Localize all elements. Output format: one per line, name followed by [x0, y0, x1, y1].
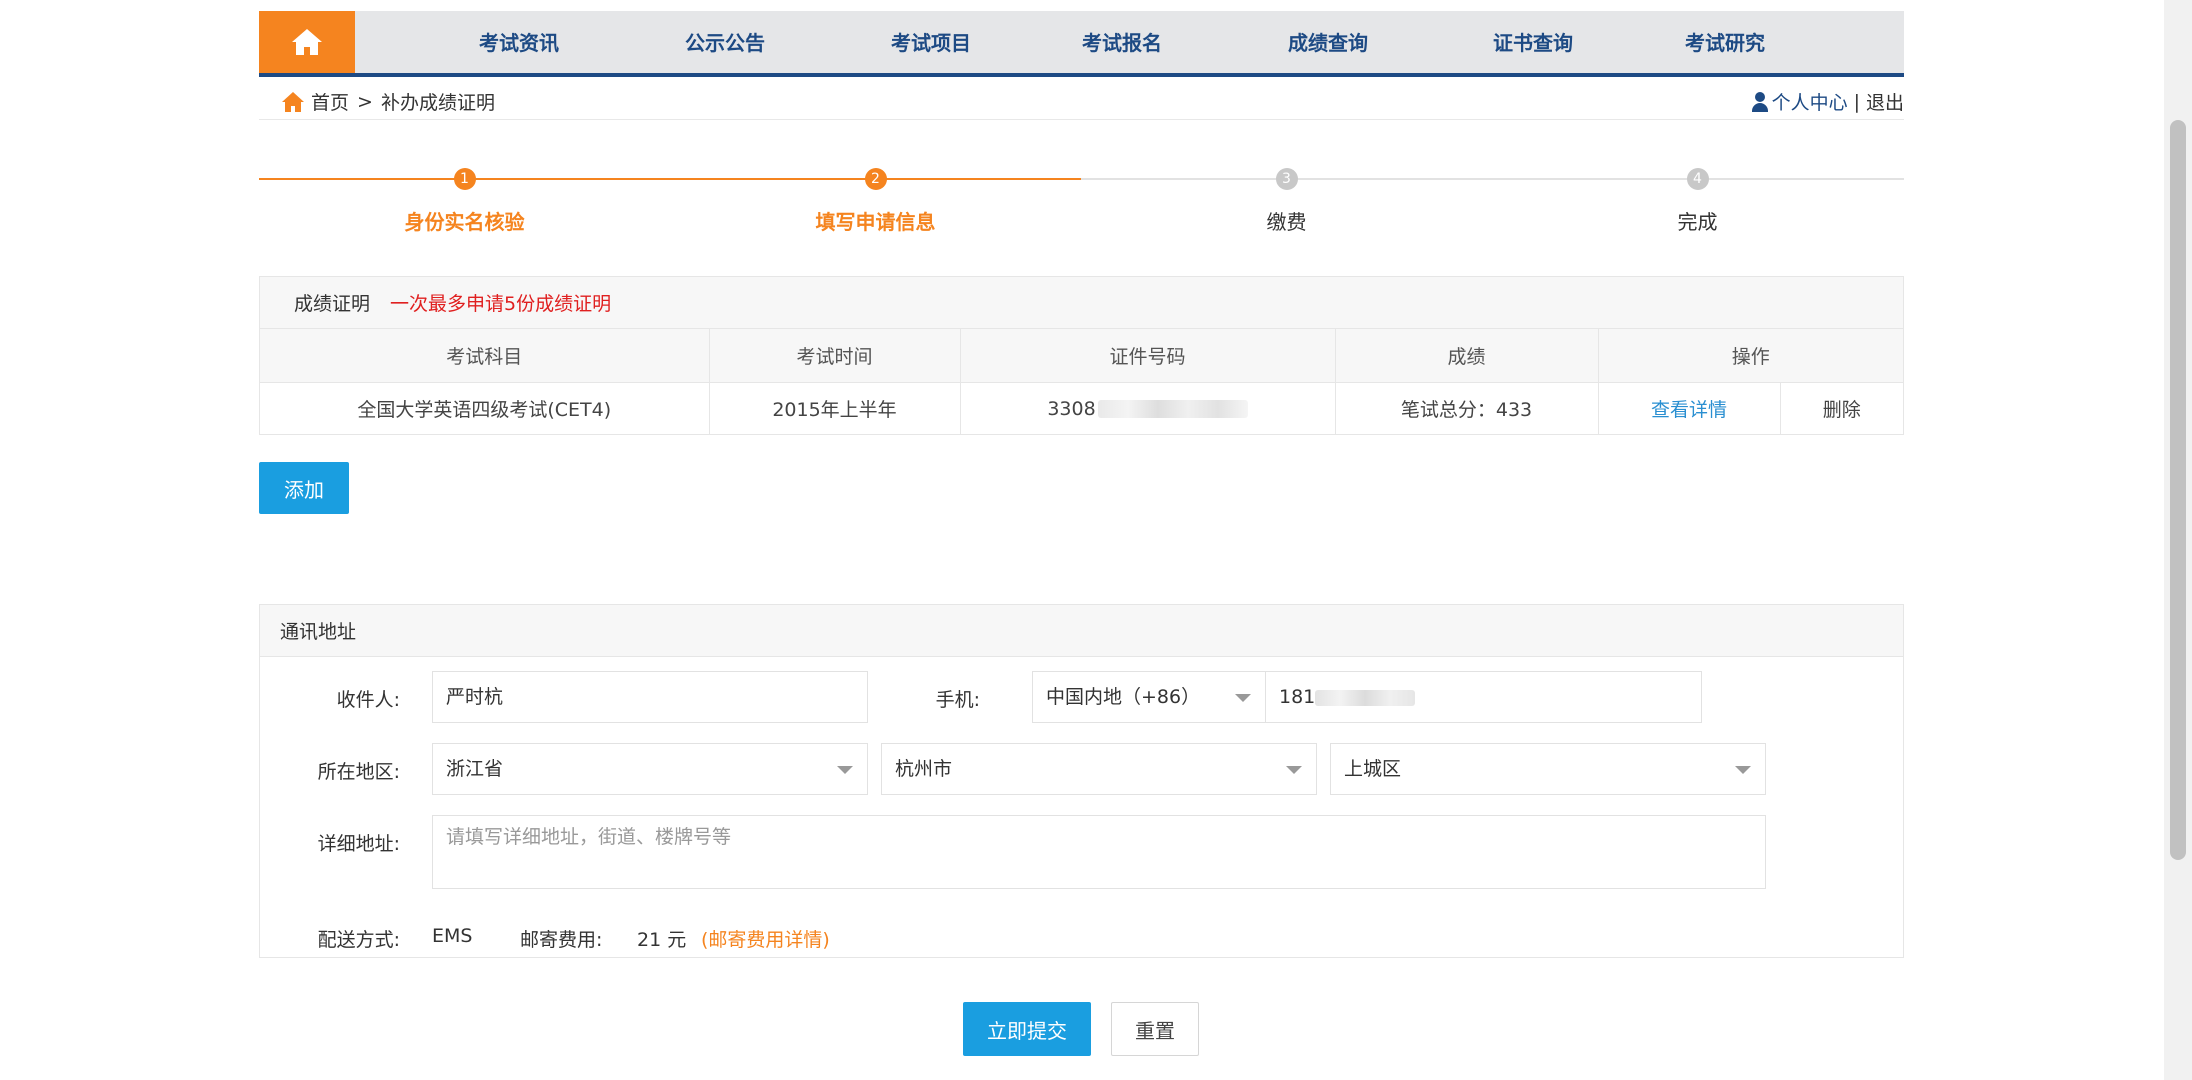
address-panel: 通讯地址 收件人: 严时杭 手机: 中国内地（+86） 181 所在地区: 浙江… [259, 604, 1904, 958]
user-links: 个人中心 | 退出 [1751, 88, 1904, 115]
nav-item-score-query[interactable]: 成绩查询 [1288, 11, 1368, 73]
shipping-method-label: 配送方式: [317, 929, 400, 951]
step-number: 1 [453, 168, 476, 190]
recipient-label: 收件人: [336, 689, 400, 711]
breadcrumb-separator: > [357, 90, 373, 113]
step-number: 4 [1686, 168, 1709, 190]
breadcrumb-bar: 首页 > 补办成绩证明 个人中心 | 退出 [259, 84, 1904, 120]
phone-number-prefix: 181 [1279, 686, 1316, 708]
step-label: 身份实名核验 [404, 210, 525, 234]
phone-label: 手机: [935, 689, 980, 711]
home-icon [292, 29, 322, 55]
step-payment: 3 缴费 [1081, 160, 1492, 235]
breadcrumb-current: 补办成绩证明 [380, 92, 495, 114]
home-icon [282, 91, 304, 112]
delete-link[interactable]: 删除 [1780, 382, 1903, 435]
step-application: 2 填写申请信息 [670, 160, 1081, 235]
recipient-input[interactable]: 严时杭 [432, 671, 868, 723]
shipping-method-value: EMS [432, 925, 473, 947]
progress-steps: 1 身份实名核验 2 填写申请信息 3 缴费 4 完成 [259, 160, 1904, 240]
step-number: 3 [1275, 168, 1298, 190]
view-details-link[interactable]: 查看详情 [1598, 382, 1781, 435]
nav-item-announcements[interactable]: 公示公告 [685, 11, 765, 73]
table-header-row: 考试科目 考试时间 证件号码 成绩 操作 [260, 329, 1903, 383]
step-label: 缴费 [1266, 210, 1307, 234]
column-header-score: 成绩 [1335, 329, 1599, 383]
phone-region-select[interactable]: 中国内地（+86） [1032, 671, 1266, 723]
region-label: 所在地区: [317, 761, 400, 783]
score-panel-header: 成绩证明 一次最多申请5份成绩证明 [260, 277, 1903, 329]
step-number: 2 [864, 168, 887, 190]
logout-link[interactable]: 退出 [1866, 88, 1904, 115]
nav-item-projects[interactable]: 考试项目 [891, 11, 971, 73]
score-certificate-panel: 成绩证明 一次最多申请5份成绩证明 考试科目 考试时间 证件号码 成绩 操作 全… [259, 276, 1904, 435]
nav-item-registration[interactable]: 考试报名 [1082, 11, 1162, 73]
postage-fee-label: 邮寄费用: [520, 929, 603, 951]
redacted-phone [1315, 689, 1416, 706]
postage-details-link[interactable]: (邮寄费用详情) [701, 925, 830, 952]
cell-time: 2015年上半年 [709, 382, 961, 435]
cell-subject: 全国大学英语四级考试(CET4) [260, 382, 710, 435]
add-button[interactable]: 添加 [259, 462, 349, 514]
redacted-id [1097, 400, 1248, 419]
city-select[interactable]: 杭州市 [881, 743, 1317, 795]
breadcrumb: 首页 > 补办成绩证明 [281, 88, 495, 115]
user-icon [1751, 91, 1768, 112]
postage-fee-value: 21 元 [637, 929, 687, 951]
cell-id: 3308 [960, 382, 1336, 435]
step-identity: 1 身份实名核验 [259, 160, 670, 235]
column-header-id: 证件号码 [960, 329, 1336, 383]
user-center-link[interactable]: 个人中心 [1772, 88, 1848, 115]
nav-item-certificate-query[interactable]: 证书查询 [1493, 11, 1573, 73]
nav-item-research[interactable]: 考试研究 [1685, 11, 1765, 73]
column-header-subject: 考试科目 [260, 329, 710, 383]
district-select[interactable]: 上城区 [1330, 743, 1766, 795]
column-header-time: 考试时间 [709, 329, 961, 383]
id-number-prefix: 3308 [1047, 397, 1096, 420]
breadcrumb-home-link[interactable]: 首页 [311, 88, 349, 115]
address-panel-title: 通讯地址 [280, 621, 357, 643]
scrollbar-thumb[interactable] [2170, 120, 2186, 860]
user-links-divider: | [1853, 90, 1860, 113]
score-table: 考试科目 考试时间 证件号码 成绩 操作 全国大学英语四级考试(CET4) 20… [260, 329, 1903, 435]
step-label: 填写申请信息 [815, 210, 936, 234]
home-button[interactable] [259, 11, 355, 73]
page-scrollbar[interactable] [2164, 0, 2192, 1080]
score-panel-title: 成绩证明 [294, 293, 371, 315]
table-row: 全国大学英语四级考试(CET4) 2015年上半年 3308 笔试总分：433 … [260, 382, 1903, 435]
address-panel-header: 通讯地址 [260, 605, 1903, 657]
column-header-actions: 操作 [1598, 329, 1903, 383]
reset-button[interactable]: 重置 [1111, 1002, 1199, 1056]
cell-score: 笔试总分：433 [1335, 382, 1599, 435]
step-label: 完成 [1677, 210, 1718, 234]
detail-address-label: 详细地址: [317, 833, 400, 855]
score-limit-warning: 一次最多申请5份成绩证明 [390, 293, 612, 315]
nav-item-news[interactable]: 考试资讯 [479, 11, 559, 73]
province-select[interactable]: 浙江省 [432, 743, 868, 795]
detail-address-input[interactable]: 请填写详细地址，街道、楼牌号等 [432, 815, 1766, 889]
top-nav: 考试资讯 公示公告 考试项目 考试报名 成绩查询 证书查询 考试研究 [259, 11, 1904, 77]
phone-input[interactable]: 181 [1265, 671, 1702, 723]
step-complete: 4 完成 [1492, 160, 1903, 235]
submit-button[interactable]: 立即提交 [963, 1002, 1091, 1056]
